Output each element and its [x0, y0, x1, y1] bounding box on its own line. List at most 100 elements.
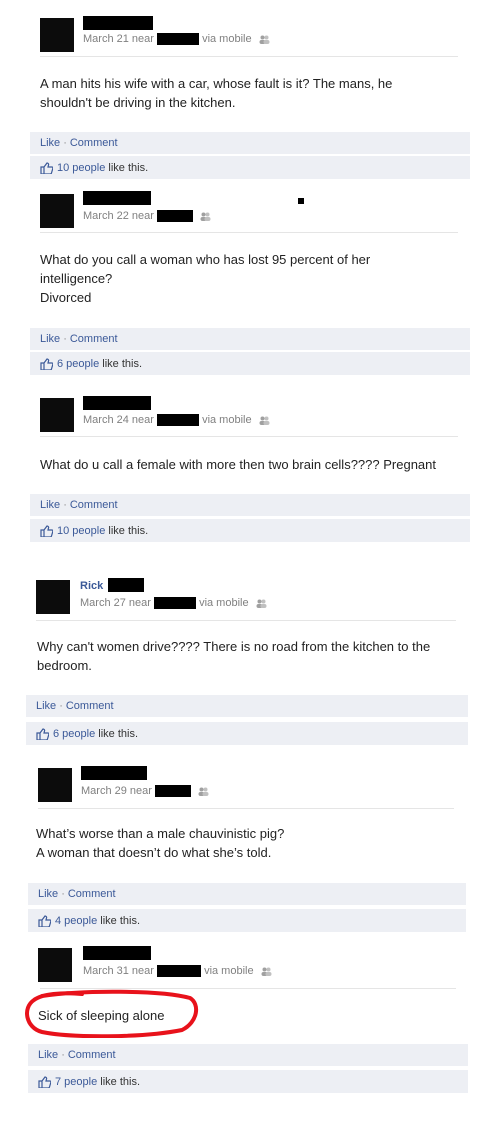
divider — [40, 436, 458, 437]
post-text: What’s worse than a male chauvinistic pi… — [36, 826, 285, 860]
post-actions: Like · Comment — [30, 494, 470, 516]
like-link[interactable]: Like — [38, 1049, 58, 1061]
likes-count[interactable]: 10 people — [57, 525, 105, 537]
post-meta: March 24 near via mobile — [83, 414, 270, 427]
likes-count[interactable]: 4 people — [55, 915, 97, 927]
post-text: What do you call a woman who has lost 95… — [40, 252, 371, 305]
redacted-location — [157, 33, 199, 46]
post-meta: March 27 near via mobile — [80, 597, 267, 610]
post-date[interactable]: March 22 near — [83, 210, 154, 222]
post-date[interactable]: March 31 near — [83, 965, 154, 977]
post-actions: Like · Comment — [26, 695, 468, 717]
likes-suffix: like this. — [100, 915, 141, 927]
avatar[interactable] — [38, 948, 72, 982]
likes-bar: 10 people like this. — [30, 155, 470, 179]
post-date[interactable]: March 21 near — [83, 33, 154, 45]
avatar[interactable] — [40, 18, 74, 52]
redacted-name — [83, 946, 151, 960]
likes-bar: 10 people like this. — [30, 518, 470, 542]
like-link[interactable]: Like — [36, 700, 56, 712]
via-mobile: via mobile — [204, 965, 254, 977]
via-mobile: via mobile — [199, 597, 249, 609]
post-actions: Like · Comment — [30, 328, 470, 350]
redacted-location — [157, 210, 193, 223]
likes-suffix: like this. — [98, 728, 139, 740]
post-text: A man hits his wife with a car, whose fa… — [40, 76, 393, 110]
comment-link[interactable]: Comment — [68, 1049, 116, 1061]
divider — [40, 232, 458, 233]
audience-icon[interactable] — [200, 212, 211, 221]
comment-link[interactable]: Comment — [68, 888, 116, 900]
thumbs-up-icon — [40, 358, 53, 371]
likes-count[interactable]: 7 people — [55, 1076, 97, 1088]
comment-link[interactable]: Comment — [70, 137, 118, 149]
likes-bar: 6 people like this. — [30, 351, 470, 375]
via-mobile: via mobile — [202, 33, 252, 45]
post-actions: Like · Comment — [28, 1044, 468, 1066]
likes-count[interactable]: 6 people — [53, 728, 95, 740]
post-actions: Like · Comment — [30, 132, 470, 154]
redacted-name — [83, 396, 151, 410]
via-mobile: via mobile — [202, 414, 252, 426]
comment-link[interactable]: Comment — [66, 700, 114, 712]
likes-suffix: like this. — [100, 1076, 141, 1088]
thumbs-up-icon — [36, 728, 49, 741]
post-date[interactable]: March 29 near — [81, 785, 152, 797]
redacted-name — [83, 191, 151, 205]
divider — [38, 808, 454, 809]
likes-suffix: like this. — [102, 358, 143, 370]
post-meta: March 31 near via mobile — [83, 965, 272, 978]
post: March 22 near What do you call a woman w… — [28, 186, 470, 382]
likes-count[interactable]: 6 people — [57, 358, 99, 370]
avatar[interactable] — [36, 580, 70, 614]
likes-suffix: like this. — [108, 162, 149, 174]
divider — [40, 56, 458, 57]
like-link[interactable]: Like — [38, 888, 58, 900]
redacted-name — [81, 766, 147, 780]
redacted-name — [108, 578, 144, 592]
thumbs-up-icon — [40, 525, 53, 538]
audience-icon[interactable] — [256, 599, 267, 608]
divider — [36, 620, 456, 621]
likes-bar: 7 people like this. — [28, 1069, 468, 1093]
likes-bar: 4 people like this. — [28, 908, 466, 932]
avatar[interactable] — [38, 768, 72, 802]
likes-suffix: like this. — [108, 525, 149, 537]
thumbs-up-icon — [40, 162, 53, 175]
audience-icon[interactable] — [198, 787, 209, 796]
likes-bar: 6 people like this. — [26, 721, 468, 745]
audience-icon[interactable] — [261, 967, 272, 976]
post-text: What do u call a female with more then t… — [40, 457, 436, 472]
post-meta: March 21 near via mobile — [83, 33, 270, 46]
like-link[interactable]: Like — [40, 499, 60, 511]
redacted-location — [155, 785, 191, 798]
audience-icon[interactable] — [259, 35, 270, 44]
avatar[interactable] — [40, 194, 74, 228]
post: March 31 near via mobile Sick of sleepin… — [25, 938, 468, 1098]
post: March 21 near via mobile A man hits his … — [28, 8, 470, 188]
comment-link[interactable]: Comment — [70, 499, 118, 511]
crop-gap — [0, 550, 500, 568]
likes-count[interactable]: 10 people — [57, 162, 105, 174]
thumbs-up-icon — [38, 1076, 51, 1089]
redacted-location — [157, 965, 201, 978]
post-meta: March 22 near — [83, 210, 211, 223]
like-link[interactable]: Like — [40, 333, 60, 345]
post-date[interactable]: March 27 near — [80, 597, 151, 609]
post: Rick March 27 near via mobile Why can't … — [24, 570, 468, 748]
redacted-location — [154, 597, 196, 610]
like-link[interactable]: Like — [40, 137, 60, 149]
avatar[interactable] — [40, 398, 74, 432]
redacted-name — [83, 16, 153, 30]
red-circle-highlight — [25, 989, 199, 1038]
post-meta: March 29 near — [81, 785, 209, 798]
author-name[interactable]: Rick — [80, 580, 103, 592]
post: March 24 near via mobile What do u call … — [28, 390, 470, 550]
post-date[interactable]: March 24 near — [83, 414, 154, 426]
post-text: Why can't women drive???? There is no ro… — [37, 639, 431, 673]
post-actions: Like · Comment — [28, 883, 466, 905]
comment-link[interactable]: Comment — [70, 333, 118, 345]
thumbs-up-icon — [38, 915, 51, 928]
audience-icon[interactable] — [259, 416, 270, 425]
redacted-location — [157, 414, 199, 427]
